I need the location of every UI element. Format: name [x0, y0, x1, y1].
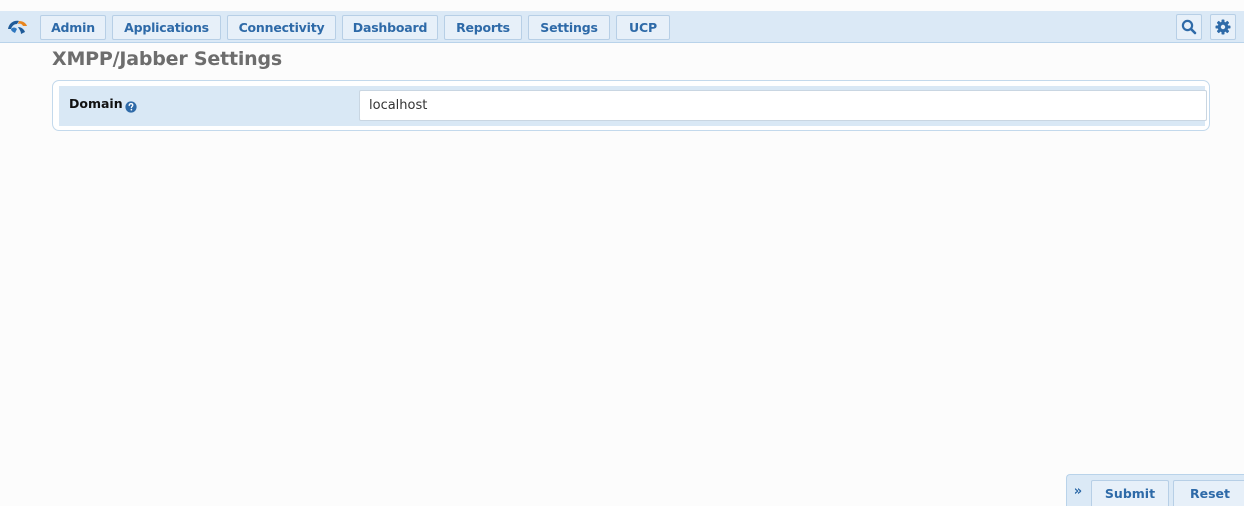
submit-button[interactable]: Submit	[1091, 480, 1169, 506]
nav-connectivity[interactable]: Connectivity	[227, 15, 336, 40]
domain-row: Domain	[59, 86, 1207, 126]
freepbx-logo-icon[interactable]	[6, 17, 30, 37]
reset-button[interactable]: Reset	[1173, 480, 1244, 506]
top-navigation-bar: Admin Applications Connectivity Dashboar…	[0, 11, 1244, 43]
search-button[interactable]	[1176, 14, 1202, 40]
settings-button[interactable]	[1210, 14, 1236, 40]
nav-settings[interactable]: Settings	[528, 15, 610, 40]
nav-ucp[interactable]: UCP	[616, 15, 670, 40]
domain-input[interactable]	[359, 90, 1207, 121]
nav-applications[interactable]: Applications	[112, 15, 221, 40]
action-bar: » Submit Reset	[1066, 474, 1244, 506]
domain-label: Domain	[69, 96, 123, 111]
page-title: XMPP/Jabber Settings	[52, 48, 282, 70]
nav-admin[interactable]: Admin	[40, 15, 106, 40]
nav-reports[interactable]: Reports	[444, 15, 522, 40]
expand-actions-button[interactable]: »	[1071, 484, 1085, 500]
settings-panel: Domain	[52, 80, 1210, 131]
nav-dashboard[interactable]: Dashboard	[342, 15, 438, 40]
question-circle-icon[interactable]	[125, 98, 137, 113]
